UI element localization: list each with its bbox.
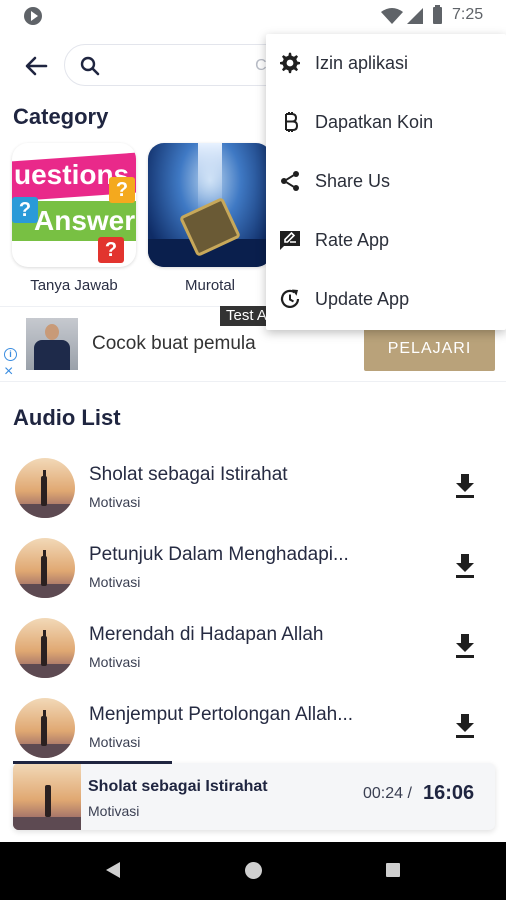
category-item-tanya-jawab[interactable]: uestions Answers ? ? ? Tanya Jawab [12,143,136,294]
download-icon[interactable] [452,630,478,660]
question-mark-icon: ? [98,237,124,263]
menu-item-share-us[interactable]: Share Us [266,152,506,211]
category-item-murotal[interactable]: Murotal [148,143,272,294]
menu-label: Dapatkan Koin [315,112,434,132]
ad-image [26,318,78,370]
menu-item-update-app[interactable]: Update App [266,270,506,329]
rate-icon [280,231,300,250]
nav-home-icon[interactable] [245,862,262,879]
download-icon[interactable] [452,710,478,740]
category-label: Murotal [184,277,236,294]
audio-thumbnail [15,618,75,678]
category-thumb-tanya-jawab: uestions Answers ? ? ? [12,143,136,267]
audio-list-title: Audio List [13,405,121,430]
audio-category: Motivasi [89,494,141,510]
audio-category: Motivasi [89,734,141,750]
player-progress-bar[interactable] [13,761,172,764]
question-mark-icon: ? [109,177,135,203]
category-title: Category [13,104,109,129]
audio-category: Motivasi [89,654,141,670]
audio-thumbnail [15,458,75,518]
audio-title: Menjemput Pertolongan Allah... [89,704,354,725]
audio-thumbnail [15,698,75,758]
audio-title: Petunjuk Dalam Menghadapi... [89,544,349,565]
signal-icon [407,8,423,24]
menu-item-dapatkan-koin[interactable]: Dapatkan Koin [266,93,506,152]
update-icon [280,289,300,308]
audio-title: Sholat sebagai Istirahat [89,464,288,485]
player-title: Sholat sebagai Istirahat [88,778,268,795]
ad-close-icon[interactable]: × [4,364,13,380]
player-duration: 16:06 [423,782,475,804]
bitcoin-icon [285,112,299,132]
question-mark-icon: ? [12,197,38,223]
ad-info-icon[interactable]: i [4,348,17,361]
player-category: Motivasi [88,803,140,819]
audio-list-item[interactable]: Menjemput Pertolongan Allah... Motivasi [0,690,506,770]
ad-cta-button[interactable]: PELAJARI [364,327,495,371]
audio-list-item[interactable]: Sholat sebagai Istirahat Motivasi [0,450,506,530]
category-label: Tanya Jawab [30,277,118,294]
nav-back-icon[interactable] [106,862,120,878]
share-icon [281,171,299,191]
back-arrow-icon[interactable] [20,50,52,82]
overflow-menu: Izin aplikasi Dapatkan Koin Share Us Rat… [266,34,506,330]
menu-item-rate-app[interactable]: Rate App [266,211,506,270]
gear-icon [280,52,300,74]
audio-title: Merendah di Hadapan Allah [89,624,324,645]
status-bar: 7:25 [0,0,506,32]
mini-player[interactable]: Sholat sebagai Istirahat Motivasi 00:24 … [13,763,495,830]
menu-label: Share Us [315,171,391,191]
media-playing-icon [24,7,42,25]
thumb-answers-text: Answers [34,205,136,236]
audio-list-item[interactable]: Merendah di Hadapan Allah Motivasi [0,610,506,690]
download-icon[interactable] [452,550,478,580]
category-thumb-murotal [148,143,272,267]
status-clock: 7:25 [452,6,484,23]
download-icon[interactable] [452,470,478,500]
nav-recents-icon[interactable] [386,863,400,877]
audio-thumbnail [15,538,75,598]
ad-text: Cocok buat pemula [92,333,256,354]
audio-category: Motivasi [89,574,141,590]
player-current-time: 00:24 / [363,785,412,802]
menu-label: Rate App [315,230,390,250]
wifi-icon [381,8,403,24]
player-thumbnail [13,763,81,830]
system-nav-bar [0,842,506,900]
battery-icon [433,5,442,24]
search-icon [80,56,100,76]
menu-label: Izin aplikasi [315,53,409,73]
menu-label: Update App [315,289,410,309]
audio-list-item[interactable]: Petunjuk Dalam Menghadapi... Motivasi [0,530,506,610]
menu-item-izin-aplikasi[interactable]: Izin aplikasi [266,34,506,93]
